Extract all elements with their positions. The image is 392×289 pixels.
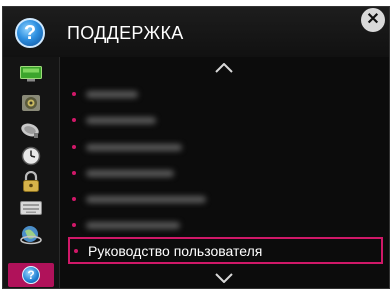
menu-item-label: Руководство пользователя (88, 242, 263, 259)
bullet-icon (72, 171, 76, 175)
chevron-down-icon (215, 273, 233, 283)
sidebar-item-lock[interactable] (8, 170, 54, 194)
menu-item[interactable] (68, 187, 383, 211)
lock-icon (23, 171, 39, 192)
bullet-icon (72, 197, 76, 201)
bullet-icon (72, 223, 76, 227)
sidebar-item-sound[interactable] (8, 91, 54, 115)
close-icon: ✕ (366, 11, 380, 28)
help-logo-symbol: ? (23, 22, 37, 44)
menu-item[interactable] (68, 161, 383, 185)
page-title: ПОДДЕРЖКА (67, 23, 184, 43)
menu-item-user-guide[interactable]: Руководство пользователя (68, 237, 383, 264)
help-icon-symbol: ? (27, 268, 35, 282)
menu-item[interactable] (68, 108, 383, 132)
scroll-down-button[interactable] (210, 270, 238, 286)
chevron-up-icon (215, 63, 233, 73)
bullet-icon (72, 92, 76, 96)
bullet-icon (72, 118, 76, 122)
sidebar-item-support[interactable]: ? (8, 263, 54, 287)
network-globe-icon (20, 226, 42, 245)
bullet-icon (72, 145, 76, 149)
blurred-label (86, 90, 138, 98)
sidebar-item-picture[interactable] (8, 62, 54, 86)
close-button[interactable]: ✕ (361, 8, 385, 32)
screen-icon (20, 66, 42, 82)
scroll-up-button[interactable] (210, 60, 238, 76)
menu-content: Руководство пользователя (60, 57, 389, 288)
speaker-icon (22, 95, 40, 111)
sidebar: ? (3, 57, 60, 288)
blurred-label (86, 116, 156, 124)
blurred-label (86, 195, 206, 203)
menu-item[interactable] (68, 135, 383, 159)
sidebar-item-network[interactable] (8, 223, 54, 247)
sidebar-item-options[interactable] (8, 196, 54, 220)
keyboard-icon (20, 201, 42, 215)
sidebar-item-channels[interactable] (8, 118, 54, 142)
header: ? ПОДДЕРЖКА ✕ (3, 7, 389, 57)
satellite-dish-icon (21, 123, 39, 138)
blurred-label (86, 169, 174, 177)
blurred-label (86, 221, 180, 229)
support-panel: ? ПОДДЕРЖКА ✕ ? Руководство пользователя (2, 6, 390, 289)
menu-item[interactable] (68, 82, 383, 106)
menu-item[interactable] (68, 213, 383, 237)
help-icon: ? (22, 266, 40, 284)
bullet-icon (74, 248, 78, 253)
sidebar-item-time[interactable] (8, 144, 54, 168)
clock-icon (21, 146, 41, 166)
blurred-label (86, 143, 182, 151)
help-logo-icon: ? (15, 18, 45, 48)
